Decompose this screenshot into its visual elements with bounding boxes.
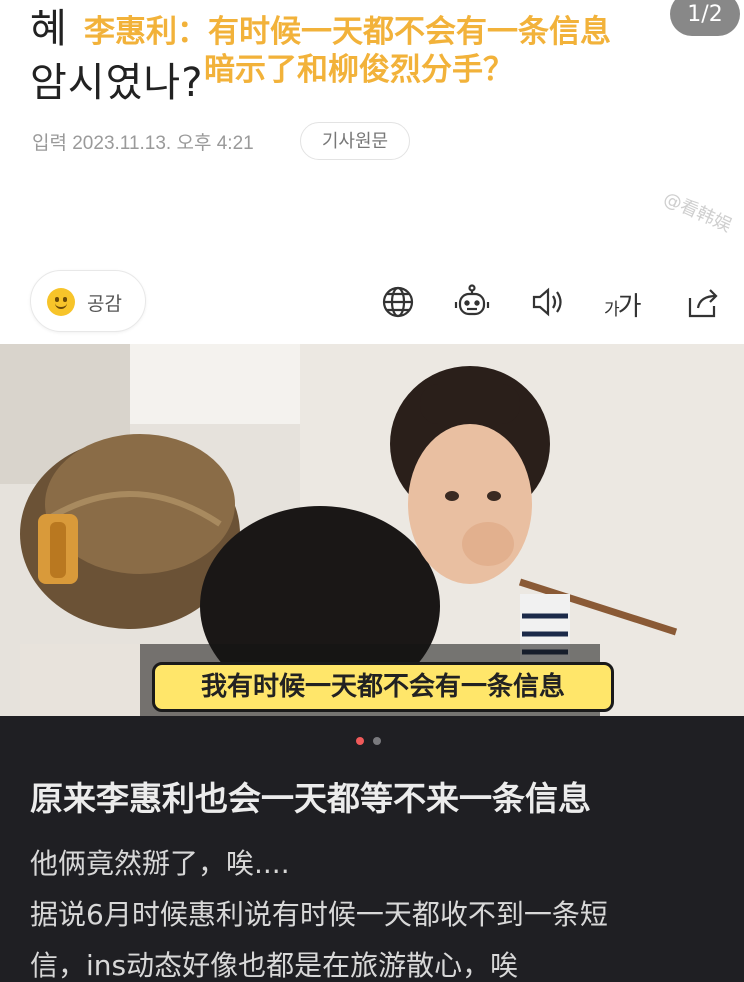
empathy-button[interactable]: 공감	[30, 270, 146, 332]
carousel-dot[interactable]	[373, 737, 381, 745]
post-body-line: 信，ins动态好像也都是在旅游散心，唉	[30, 949, 519, 982]
watermark: @看韩娱	[660, 188, 735, 237]
headline-fragment: 혜	[30, 6, 68, 52]
headline-line-2: 암시였나?	[30, 60, 204, 106]
scene-illustration	[0, 344, 744, 716]
post-body: 他俩竟然掰了，唉.... 据说6月时候惠利说有时候一天都收不到一条短 信，ins…	[30, 838, 720, 982]
robot-icon[interactable]	[452, 282, 492, 322]
page-indicator: 1/2	[670, 0, 740, 36]
share-icon[interactable]	[682, 282, 722, 322]
post-body-line: 据说6月时候惠利说有时候一天都收不到一条短	[30, 898, 608, 931]
font-size-icon[interactable]: 가가	[604, 286, 642, 323]
globe-icon[interactable]	[378, 282, 418, 322]
publish-date: 입력 2023.11.13. 오후 4:21	[32, 133, 254, 154]
photo: 我有时候一天都不会有一条信息	[0, 344, 744, 716]
overlay-caption-line-2: 暗示了和柳俊烈分手？	[204, 52, 514, 88]
empathy-label: 공감	[87, 293, 122, 315]
original-article-button[interactable]: 기사원문	[300, 122, 410, 160]
carousel-dots[interactable]	[356, 737, 396, 747]
post-title: 原来李惠利也会一天都等不来一条信息	[30, 779, 591, 818]
carousel-dot-active[interactable]	[356, 737, 364, 745]
speaker-icon[interactable]	[528, 282, 568, 322]
post-caption-area: 原来李惠利也会一天都等不来一条信息 他俩竟然掰了，唉.... 据说6月时候惠利说…	[0, 716, 744, 982]
post-body-line: 他俩竟然掰了，唉....	[30, 847, 290, 880]
smiley-icon	[47, 288, 75, 316]
article-card: 혜 암시였나? 李惠利：有时候一天都不会有一条信息 暗示了和柳俊烈分手？ 1/2…	[0, 0, 744, 344]
video-subtitle: 我有时候一天都不会有一条信息	[152, 662, 614, 712]
